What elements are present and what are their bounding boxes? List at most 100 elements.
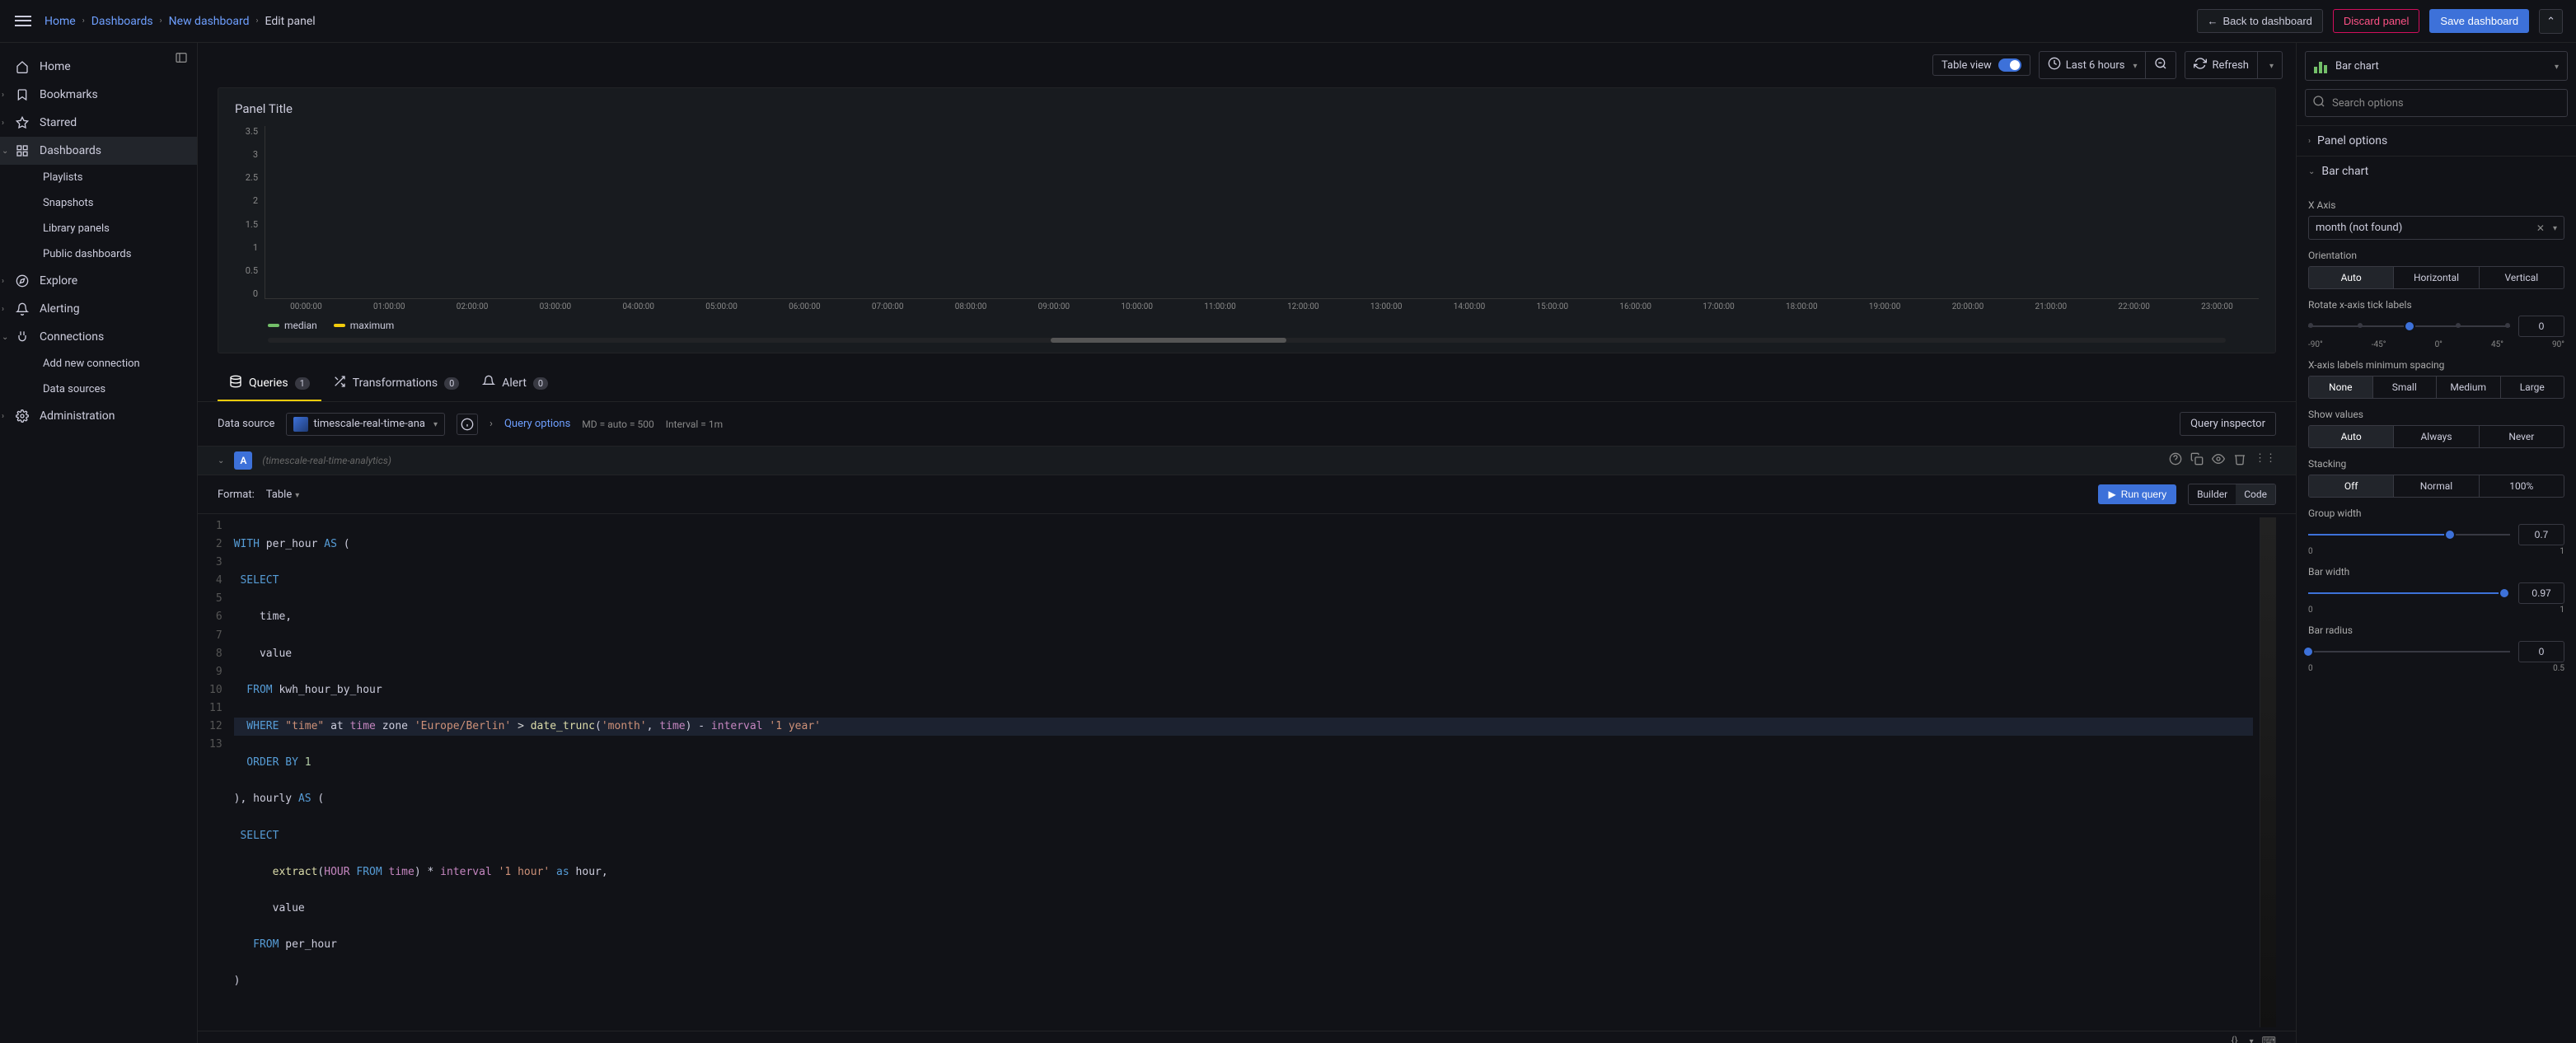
chevron-right-icon: › [255,16,258,26]
group-width-slider[interactable] [2308,526,2510,543]
rotate-input[interactable] [2518,316,2564,337]
spacing-small[interactable]: Small [2373,377,2438,398]
nav-add-connection[interactable]: Add new connection [0,351,197,377]
code-content[interactable]: WITH per_hour AS ( SELECT time, value FR… [234,517,2253,1027]
bar-width-input[interactable] [2518,582,2564,604]
chart-bars[interactable] [265,126,2259,299]
chevron-down-icon [430,418,438,430]
chevron-down-icon [292,489,299,501]
back-to-dashboard-button[interactable]: ← Back to dashboard [2197,9,2323,33]
bar-width-slider[interactable] [2308,585,2510,601]
trash-icon[interactable] [2233,452,2246,469]
legend-item-median[interactable]: median [268,320,317,331]
eye-icon[interactable] [2212,452,2225,469]
horizontal-scrollbar[interactable] [268,338,2226,343]
nav-dashboards[interactable]: ⌄ Dashboards [0,137,197,165]
chevron-down-icon[interactable] [2246,1035,2254,1043]
bar-radius-input[interactable] [2518,641,2564,662]
nav-administration[interactable]: › Administration [0,402,197,430]
chevron-down-icon: ⌄ [2308,167,2315,176]
help-icon[interactable] [2169,452,2182,469]
legend-item-maximum[interactable]: maximum [334,320,395,331]
nav-data-sources[interactable]: Data sources [0,377,197,402]
group-bar-chart[interactable]: ⌄ Bar chart [2297,156,2576,186]
duplicate-icon[interactable] [2190,452,2204,469]
data-source-info-button[interactable] [457,414,478,435]
chevron-down-icon: ⌄ [2,333,8,342]
bar-chart-icon [2314,58,2329,73]
panel-title[interactable]: Panel Title [235,101,2259,116]
breadcrumb-new-dashboard[interactable]: New dashboard [169,15,250,28]
stacking-off[interactable]: Off [2309,475,2394,497]
refresh-interval-dropdown[interactable] [2258,52,2282,78]
stacking-100[interactable]: 100% [2480,475,2564,497]
discard-panel-button[interactable]: Discard panel [2333,9,2420,33]
nav-playlists[interactable]: Playlists [0,165,197,190]
tab-label: Queries [249,377,288,390]
query-options-link[interactable]: Query options [504,418,570,430]
nav-alerting[interactable]: › Alerting [0,295,197,323]
nav-snapshots[interactable]: Snapshots [0,190,197,216]
menu-toggle-icon[interactable] [13,12,33,31]
refresh-button[interactable]: Refresh [2185,52,2257,78]
query-inspector-button[interactable]: Query inspector [2180,412,2276,436]
spacing-medium[interactable]: Medium [2437,377,2501,398]
show-values-always[interactable]: Always [2394,426,2479,447]
builder-code-toggle: Builder Code [2188,484,2276,505]
data-source-picker[interactable]: timescale-real-time-ana [286,413,445,436]
braces-icon[interactable]: {} [2232,1035,2238,1043]
nav-label: Bookmarks [40,88,98,101]
group-label: Bar chart [2321,165,2368,178]
x-axis-select[interactable]: month (not found) ✕ [2308,216,2564,240]
nav-starred[interactable]: › Starred [0,109,197,137]
save-dashboard-button[interactable]: Save dashboard [2429,9,2529,33]
slider-min: 0 [2308,606,2313,615]
query-ref-id[interactable]: A [234,451,252,470]
show-values-auto[interactable]: Auto [2309,426,2394,447]
orientation-horizontal[interactable]: Horizontal [2394,267,2479,288]
tab-queries[interactable]: Queries 1 [218,367,321,401]
nav-library-panels[interactable]: Library panels [0,216,197,241]
spacing-large[interactable]: Large [2501,377,2564,398]
code-mode-button[interactable]: Code [2236,484,2275,504]
run-query-button[interactable]: ▶ Run query [2098,484,2176,504]
breadcrumb-current: Edit panel [265,15,316,28]
nav-explore[interactable]: › Explore [0,267,197,295]
group-panel-options[interactable]: › Panel options [2297,125,2576,156]
table-view-toggle[interactable]: Table view [1932,54,2030,76]
breadcrumb-home[interactable]: Home [44,15,76,28]
spacing-none[interactable]: None [2309,377,2373,398]
group-width-input[interactable] [2518,524,2564,545]
nav-connections[interactable]: ⌄ Connections [0,323,197,351]
refresh-label: Refresh [2212,59,2248,72]
orientation-vertical[interactable]: Vertical [2480,267,2564,288]
chevron-down-icon [2129,59,2137,72]
nav-home[interactable]: Home [0,53,197,81]
chevron-right-icon[interactable]: › [489,418,493,430]
tab-transformations[interactable]: Transformations 0 [321,367,471,401]
chart-y-axis: 3.532.521.510.50 [235,126,265,299]
keyboard-icon[interactable]: ⌨ [2262,1035,2276,1043]
sql-editor[interactable]: 12345678910111213 WITH per_hour AS ( SEL… [198,513,2296,1031]
sidebar-collapse-icon[interactable] [175,51,194,71]
format-select[interactable]: Table [266,489,300,501]
time-range-picker[interactable]: Last 6 hours [2040,52,2147,78]
query-row-header[interactable]: ⌄ A (timescale-real-time-analytics) ⋮⋮ [198,446,2296,475]
zoom-out-button[interactable] [2146,52,2176,78]
tab-alert[interactable]: Alert 0 [471,367,560,401]
nav-public-dashboards[interactable]: Public dashboards [0,241,197,267]
bar-radius-slider[interactable] [2308,643,2510,660]
builder-mode-button[interactable]: Builder [2189,484,2236,504]
rotate-slider[interactable] [2308,318,2510,334]
breadcrumb-dashboards[interactable]: Dashboards [91,15,153,28]
drag-handle-icon[interactable]: ⋮⋮ [2255,452,2276,469]
nav-bookmarks[interactable]: › Bookmarks [0,81,197,109]
clear-icon[interactable]: ✕ [2536,222,2545,234]
options-search-input[interactable]: Search options [2305,89,2568,117]
panel-chevron-up-button[interactable]: ⌃ [2539,9,2563,34]
editor-minimap[interactable] [2260,517,2276,1027]
visualization-picker[interactable]: Bar chart [2305,51,2568,81]
orientation-auto[interactable]: Auto [2309,267,2394,288]
show-values-never[interactable]: Never [2480,426,2564,447]
stacking-normal[interactable]: Normal [2394,475,2479,497]
